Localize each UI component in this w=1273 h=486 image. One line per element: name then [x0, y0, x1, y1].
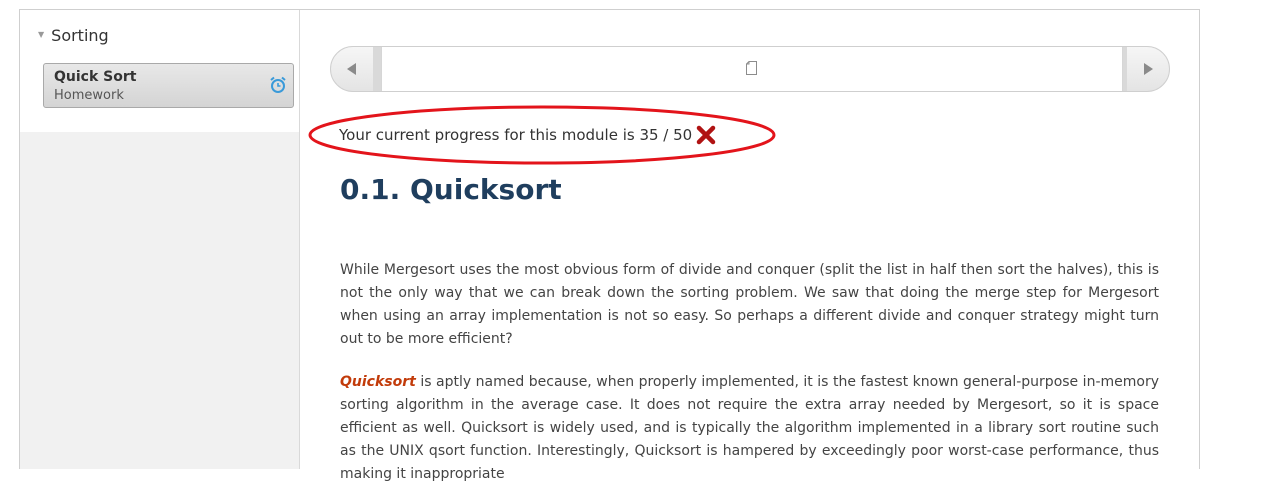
alarm-clock-icon — [270, 76, 286, 93]
body-paragraph: Quicksort is aptly named because, when p… — [340, 371, 1159, 486]
content-frame: ▼ Sorting Quick Sort Homework Your curre… — [19, 9, 1200, 482]
main-content: Your current progress for this module is… — [300, 10, 1199, 482]
sidebar-empty-area — [20, 132, 299, 469]
incomplete-x-icon — [696, 125, 716, 145]
sidebar: ▼ Sorting Quick Sort Homework — [20, 10, 300, 469]
sidebar-section-header[interactable]: ▼ Sorting — [38, 26, 109, 45]
document-icon — [746, 61, 757, 75]
paragraph-text: is aptly named because, when properly im… — [340, 374, 1159, 482]
next-button[interactable] — [1127, 47, 1169, 91]
sidebar-item-quick-sort[interactable]: Quick Sort Homework — [43, 63, 294, 108]
prev-button[interactable] — [331, 47, 373, 91]
module-nav-bar — [330, 46, 1170, 92]
nav-divider — [373, 47, 381, 91]
term-link-quicksort[interactable]: Quicksort — [340, 374, 416, 390]
triangle-left-icon — [347, 63, 356, 75]
body-paragraph: While Mergesort uses the most obvious fo… — [340, 262, 1159, 347]
nav-center-area[interactable] — [381, 47, 1123, 91]
progress-status: Your current progress for this module is… — [308, 103, 776, 165]
sidebar-item-subtitle: Homework — [54, 88, 124, 103]
sidebar-item-title: Quick Sort — [54, 69, 137, 85]
triangle-right-icon — [1144, 63, 1153, 75]
sidebar-section-title: Sorting — [51, 26, 109, 45]
page-title: 0.1. Quicksort — [340, 173, 562, 206]
caret-down-icon: ▼ — [38, 30, 45, 39]
progress-text: Your current progress for this module is… — [339, 126, 693, 144]
